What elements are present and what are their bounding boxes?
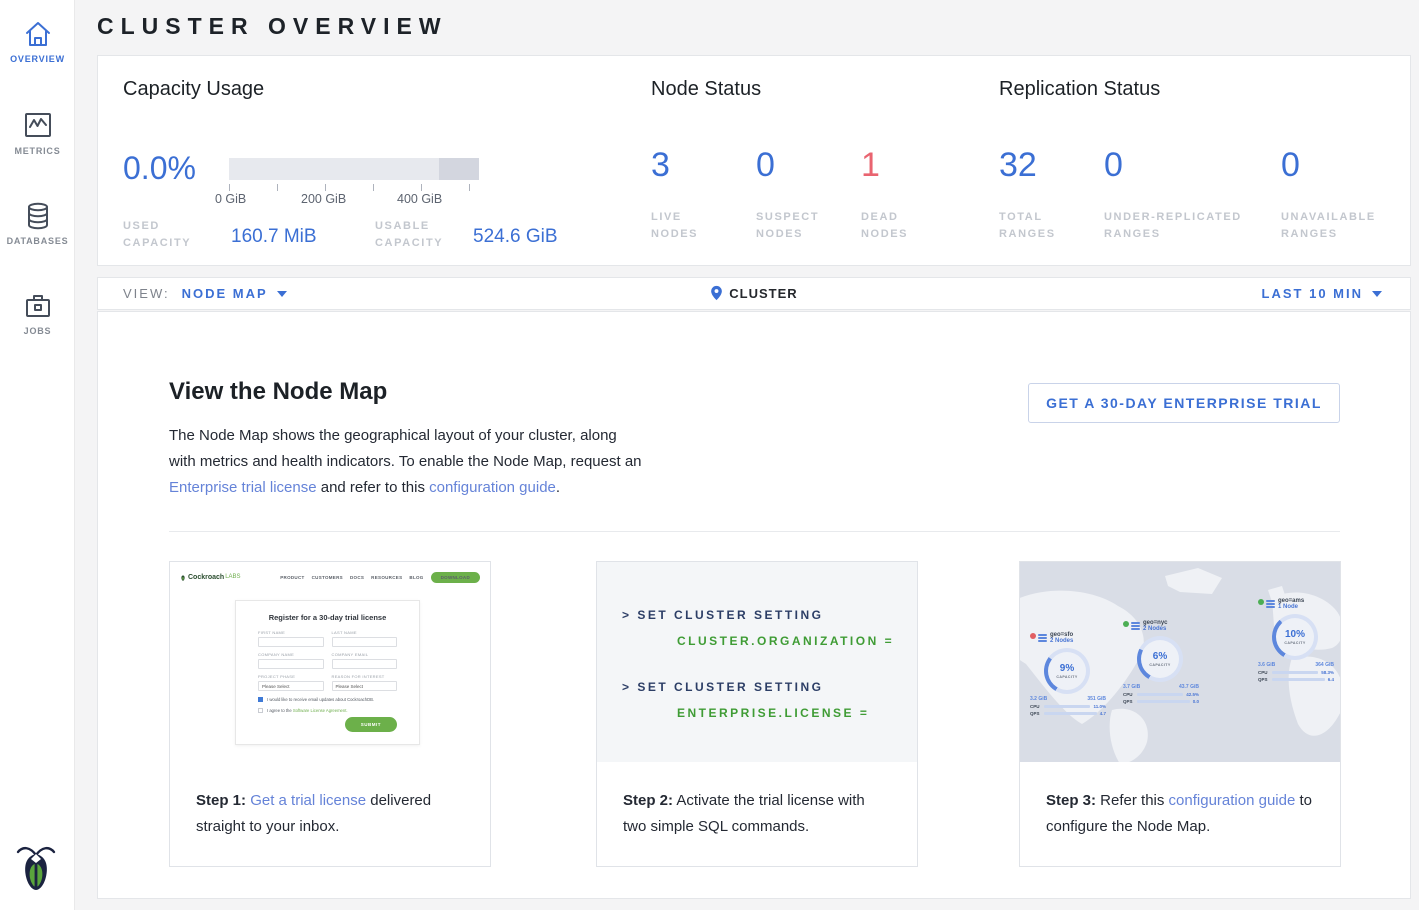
sql-statement: > SET CLUSTER SETTING <box>622 680 917 694</box>
sidebar: OVERVIEW METRICS DATABASES JOBS <box>0 0 75 910</box>
dead-nodes-stat: 1 DEADNODES <box>861 146 908 243</box>
step2-card: > SET CLUSTER SETTING CLUSTER.ORGANIZATI… <box>596 561 918 867</box>
capacity-bar <box>229 158 479 180</box>
locality-label: CLUSTER <box>729 286 797 301</box>
step3-caption: Step 3: Refer this configuration guide t… <box>1020 762 1340 840</box>
dead-nodes-value: 1 <box>861 146 908 185</box>
step3-node-map-preview: geo=sfo 2 Nodes 9%CAPACITY 3.2 GiB351 Gi… <box>1020 562 1340 762</box>
enterprise-trial-license-link[interactable]: Enterprise trial license <box>169 479 317 496</box>
section-title: Node Status <box>651 78 981 101</box>
get-trial-license-link[interactable]: Get a trial license <box>250 792 366 809</box>
step1-caption: Step 1: Get a trial license delivered st… <box>170 762 490 840</box>
nodes-stack-icon <box>1266 600 1275 609</box>
mini-download-button: DOWNLOAD <box>431 572 480 583</box>
under-replicated-value: 0 <box>1104 146 1242 185</box>
metrics-icon <box>23 112 53 140</box>
replication-status-section: Replication Status 32 TOTALRANGES 0 UNDE… <box>999 78 1399 101</box>
live-nodes-stat: 3 LIVENODES <box>651 146 698 243</box>
sidebar-item-label: METRICS <box>0 146 75 156</box>
axis-tick-label: 200 GiB <box>301 192 346 206</box>
panel-description: The Node Map shows the geographical layo… <box>169 423 643 501</box>
sql-statement: > SET CLUSTER SETTING <box>622 608 917 622</box>
under-replicated-ranges-stat: 0 UNDER-REPLICATEDRANGES <box>1104 146 1242 243</box>
mini-trial-form: Register for a 30-day trial license FIRS… <box>235 600 420 745</box>
capacity-gauge: 6%CAPACITY <box>1137 636 1183 682</box>
locality-breadcrumb: CLUSTER <box>98 285 1410 303</box>
database-icon <box>23 202 53 230</box>
section-title: Replication Status <box>999 78 1399 101</box>
used-capacity-value: 160.7 MiB <box>231 226 317 248</box>
status-dot-live-icon <box>1123 621 1129 627</box>
nodes-stack-icon <box>1131 622 1140 631</box>
briefcase-icon <box>23 292 53 320</box>
time-range-value: LAST 10 MIN <box>1262 286 1363 301</box>
home-icon <box>23 20 53 48</box>
sidebar-item-label: OVERVIEW <box>0 54 75 64</box>
configuration-guide-link[interactable]: configuration guide <box>1169 792 1296 809</box>
sidebar-item-label: JOBS <box>0 326 75 336</box>
live-nodes-value: 3 <box>651 146 698 185</box>
node-map-panel: View the Node Map The Node Map shows the… <box>97 311 1411 899</box>
sidebar-item-metrics[interactable]: METRICS <box>0 92 75 156</box>
sidebar-item-jobs[interactable]: JOBS <box>0 272 75 336</box>
chevron-down-icon <box>1372 291 1382 297</box>
status-dot-dead-icon <box>1030 633 1036 639</box>
sql-setting: CLUSTER.ORGANIZATION = <box>677 634 917 648</box>
total-ranges-value: 32 <box>999 146 1056 185</box>
nodes-stack-icon <box>1038 634 1047 643</box>
total-ranges-stat: 32 TOTALRANGES <box>999 146 1056 243</box>
divider <box>169 531 1340 532</box>
capacity-usage-section: Capacity Usage 0.0% 0 GiB 200 GiB 400 Gi… <box>123 78 633 101</box>
page-title: CLUSTER OVERVIEW <box>97 13 448 40</box>
capacity-axis-ticks <box>229 184 479 192</box>
usable-capacity-label: USABLE <box>375 220 430 232</box>
sidebar-item-overview[interactable]: OVERVIEW <box>0 0 75 64</box>
unavailable-value: 0 <box>1281 146 1376 185</box>
locality-badge: geo=nyc 2 Nodes 6%CAPACITY 3.7 GiB43.7 G… <box>1123 620 1215 704</box>
capacity-gauge: 10%CAPACITY <box>1272 614 1318 660</box>
axis-tick-label: 0 GiB <box>215 192 246 206</box>
unavailable-ranges-stat: 0 UNAVAILABLERANGES <box>1281 146 1376 243</box>
configuration-guide-link[interactable]: configuration guide <box>429 479 556 496</box>
map-pin-icon <box>710 285 723 301</box>
axis-tick-label: 400 GiB <box>397 192 442 206</box>
get-enterprise-trial-button[interactable]: GET A 30-DAY ENTERPRISE TRIAL <box>1028 383 1340 423</box>
sidebar-item-databases[interactable]: DATABASES <box>0 182 75 246</box>
usable-capacity-value: 524.6 GiB <box>473 226 558 248</box>
mini-site-nav: PRODUCTCUSTOMERSDOCSRESOURCESBLOG DOWNLO… <box>280 572 480 583</box>
node-status-section: Node Status 3 LIVENODES 0 SUSPECTNODES 1… <box>651 78 981 101</box>
step2-sql-preview: > SET CLUSTER SETTING CLUSTER.ORGANIZATI… <box>597 562 917 762</box>
sidebar-item-label: DATABASES <box>0 236 75 246</box>
step1-card: CockroachLABS PRODUCTCUSTOMERSDOCSRESOUR… <box>169 561 491 867</box>
sql-setting: ENTERPRISE.LICENSE = <box>677 706 917 720</box>
capacity-gauge: 9%CAPACITY <box>1044 648 1090 694</box>
capacity-bar-reserved-segment <box>439 158 479 180</box>
section-title: Capacity Usage <box>123 78 633 101</box>
cockroachdb-logo-icon <box>16 844 56 892</box>
cockroach-labs-mini-logo: CockroachLABS <box>180 573 241 582</box>
capacity-percent: 0.0% <box>123 150 196 187</box>
locality-badge: geo=ams 1 Node 10%CAPACITY 3.6 GiB364 Gi… <box>1258 598 1340 682</box>
step2-caption: Step 2: Activate the trial license with … <box>597 762 917 840</box>
used-capacity-label: USED <box>123 220 160 232</box>
time-range-dropdown[interactable]: LAST 10 MIN <box>1262 286 1382 301</box>
mini-submit-button: SUBMIT <box>345 717 397 732</box>
step1-site-screenshot: CockroachLABS PRODUCTCUSTOMERSDOCSRESOUR… <box>170 562 490 762</box>
panel-heading: View the Node Map <box>169 378 387 406</box>
cluster-summary-card: Capacity Usage 0.0% 0 GiB 200 GiB 400 Gi… <box>97 55 1411 266</box>
view-bar: VIEW: NODE MAP CLUSTER LAST 10 MIN <box>97 277 1411 310</box>
locality-badge: geo=sfo 2 Nodes 9%CAPACITY 3.2 GiB351 Gi… <box>1030 632 1122 716</box>
status-dot-live-icon <box>1258 599 1264 605</box>
suspect-nodes-value: 0 <box>756 146 819 185</box>
step3-card: geo=sfo 2 Nodes 9%CAPACITY 3.2 GiB351 Gi… <box>1019 561 1341 867</box>
suspect-nodes-stat: 0 SUSPECTNODES <box>756 146 819 243</box>
